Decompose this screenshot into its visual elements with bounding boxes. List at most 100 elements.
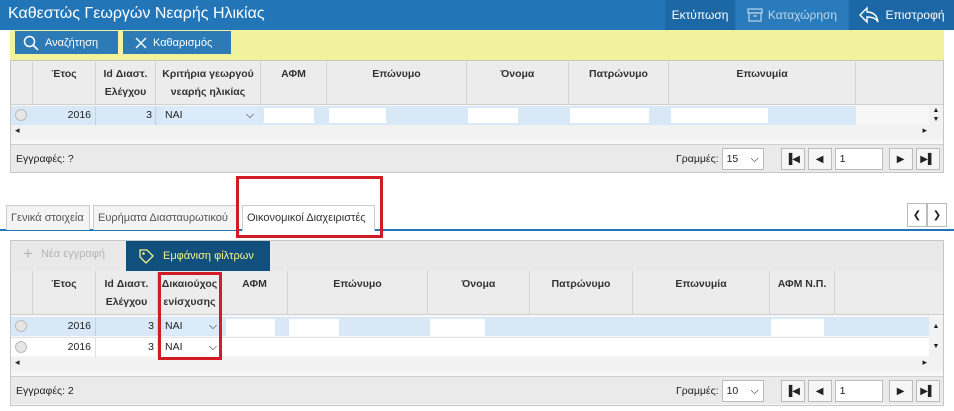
search-button[interactable]: Αναζήτηση	[15, 31, 118, 54]
last-page-button[interactable]: ▶▌	[915, 380, 940, 402]
financial-managers-grid: + Νέα εγγραφή Εμφάνιση φίλτρων Έτος Id Δ…	[10, 240, 944, 406]
next-page-button[interactable]: ▶	[888, 380, 913, 402]
column-header[interactable]: Κριτήρια γεωργού νεαρής ηλικίας	[156, 61, 261, 105]
column-header[interactable]: Επώνυμο	[288, 271, 428, 315]
print-button[interactable]: Εκτύπωση	[665, 0, 735, 30]
surname-cell	[289, 319, 339, 336]
column-header[interactable]: Πατρώνυμο	[569, 61, 669, 105]
scroll-right-icon: ▸	[922, 125, 927, 135]
horizontal-scrollbar[interactable]: ◂ ▸	[11, 357, 943, 371]
company-afm-cell	[771, 319, 824, 336]
rows-label: Γραμμές:	[676, 153, 719, 165]
column-header[interactable]: Id Διαστ. Ελέγχου	[96, 61, 156, 105]
criteria-select[interactable]: ΝΑΙ ⌵	[163, 107, 258, 124]
column-header[interactable]: Επώνυμο	[327, 61, 467, 105]
tag-icon	[139, 248, 154, 264]
highlight-box	[236, 176, 383, 238]
row-radio[interactable]	[15, 109, 27, 121]
page-input[interactable]: 1	[834, 380, 883, 402]
rows-label: Γραμμές:	[676, 385, 719, 397]
clear-button[interactable]: Καθαρισμός	[123, 31, 231, 54]
applications-grid: Έτος Id Διαστ. Ελέγχου Κριτήρια γεωργού …	[10, 60, 944, 173]
back-button-label: Επιστροφή	[885, 8, 945, 22]
save-button[interactable]: Καταχώρηση	[736, 0, 848, 30]
table-row[interactable]: 2016 3 ΝΑΙ ⌵	[11, 337, 931, 357]
highlight-box	[158, 272, 222, 360]
save-box-icon	[747, 8, 763, 22]
new-record-button[interactable]: + Νέα εγγραφή	[23, 244, 105, 263]
page-size-select[interactable]: 10 ⌵	[721, 380, 764, 402]
column-header[interactable]: Επωνυμία	[633, 271, 770, 315]
vertical-scrollbar[interactable]: ▲ ▼	[929, 317, 943, 357]
tabs-scroll-left[interactable]: ❮	[907, 203, 927, 227]
afm-cell	[226, 319, 275, 336]
prev-page-icon: ◀	[815, 153, 824, 165]
first-page-icon: ▐◀	[785, 153, 800, 165]
grid-header: Έτος Id Διαστ. Ελέγχου Κριτήρια γεωργού …	[11, 61, 943, 105]
name-cell	[430, 319, 485, 336]
column-header[interactable]: ΑΦΜ	[261, 61, 327, 105]
last-page-button[interactable]: ▶▌	[915, 148, 940, 170]
pager: Γραμμές: 10 ⌵ ▐◀ ◀ 1 ▶ ▶▌	[676, 380, 940, 402]
plus-icon: +	[23, 244, 33, 263]
pager: Γραμμές: 15 ⌵ ▐◀ ◀ 1 ▶ ▶▌	[676, 148, 940, 170]
chevron-left-icon: ❮	[912, 209, 922, 221]
page-size-value: 10	[726, 385, 739, 397]
select-column-header	[11, 61, 33, 105]
year-cell: 2016	[33, 106, 96, 125]
column-header[interactable]: Όνομα	[428, 271, 530, 315]
year-cell: 2016	[33, 317, 96, 336]
id-cell: 3	[96, 338, 158, 357]
first-page-button[interactable]: ▐◀	[780, 380, 805, 402]
year-cell: 2016	[33, 338, 96, 357]
chevron-down-icon: ⌵	[750, 152, 759, 165]
prev-page-button[interactable]: ◀	[807, 380, 832, 402]
close-icon	[135, 37, 147, 48]
scroll-left-icon: ◂	[15, 125, 20, 135]
row-radio[interactable]	[15, 320, 27, 332]
grid-header: Έτος Id Διαστ. Ελέγχου Δικαιούχος ενίσχυ…	[11, 271, 943, 315]
back-button[interactable]: Επιστροφή	[849, 0, 954, 30]
column-header[interactable]: Id Διαστ. Ελέγχου	[96, 271, 158, 315]
name-cell	[468, 108, 518, 123]
column-header[interactable]: Πατρώνυμο	[530, 271, 633, 315]
table-row[interactable]: 2016 3 ΝΑΙ ⌵	[11, 106, 856, 125]
tab-crosscheck-findings[interactable]: Ευρήματα Διασταυρωτικού	[93, 205, 237, 230]
save-button-label: Καταχώρηση	[767, 8, 838, 22]
column-header[interactable]: Έτος	[33, 271, 96, 315]
company-name-cell	[671, 108, 768, 123]
tab-general-info[interactable]: Γενικά στοιχεία	[6, 205, 90, 230]
page-input[interactable]: 1	[834, 148, 883, 170]
prev-page-icon: ◀	[815, 385, 824, 397]
column-header[interactable]: Όνομα	[467, 61, 569, 105]
column-header[interactable]: ΑΦΜ Ν.Π.	[770, 271, 835, 315]
row-radio[interactable]	[15, 341, 27, 353]
page-size-select[interactable]: 15 ⌵	[721, 148, 764, 170]
scroll-arrows-icon: ▲ ▼	[932, 323, 940, 350]
print-button-label: Εκτύπωση	[671, 8, 729, 22]
header-bar: Καθεστώς Γεωργών Νεαρής Ηλικίας Εκτύπωση…	[0, 0, 954, 30]
page-title: Καθεστώς Γεωργών Νεαρής Ηλικίας	[8, 5, 265, 22]
column-header[interactable]: Έτος	[33, 61, 96, 105]
return-arrow-icon	[859, 6, 880, 24]
first-page-icon: ▐◀	[785, 385, 800, 397]
show-filters-button[interactable]: Εμφάνιση φίλτρων	[126, 241, 270, 271]
column-header[interactable]: ΑΦΜ	[222, 271, 288, 315]
select-column-header	[11, 271, 33, 315]
clear-button-label: Καθαρισμός	[153, 36, 213, 49]
tabs-scroll-right[interactable]: ❯	[927, 203, 947, 227]
criteria-value: ΝΑΙ	[165, 109, 183, 121]
search-icon	[23, 35, 39, 51]
horizontal-scrollbar[interactable]: ◂ ▸	[11, 125, 943, 139]
surname-cell	[329, 108, 386, 123]
column-header[interactable]: Επωνυμία	[669, 61, 856, 105]
chevron-right-icon: ❯	[932, 209, 942, 221]
table-row[interactable]: 2016 3 ΝΑΙ ⌵	[11, 317, 931, 336]
prev-page-button[interactable]: ◀	[807, 148, 832, 170]
first-page-button[interactable]: ▐◀	[780, 148, 805, 170]
next-page-icon: ▶	[896, 153, 905, 165]
next-page-button[interactable]: ▶	[888, 148, 913, 170]
vertical-scrollbar[interactable]: ▲ ▼	[929, 106, 943, 125]
grid-footer: Εγγραφές: 2 Γραμμές: 10 ⌵ ▐◀ ◀ 1 ▶ ▶▌	[11, 376, 943, 404]
search-button-label: Αναζήτηση	[45, 36, 99, 49]
